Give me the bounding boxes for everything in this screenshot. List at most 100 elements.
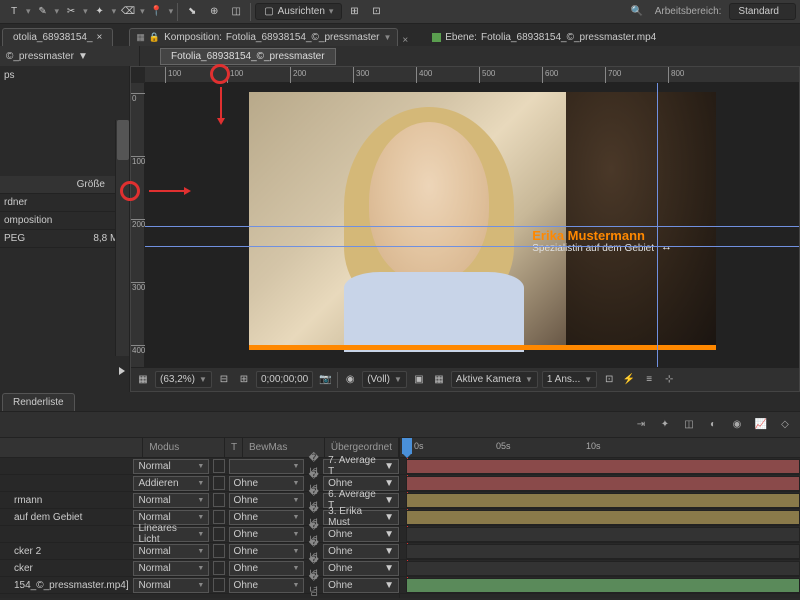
annotation-circle: [120, 181, 140, 201]
snap-corner-icon[interactable]: ⊡: [366, 2, 386, 22]
preserve-transparency[interactable]: [213, 561, 224, 575]
resolution-quarter-icon[interactable]: ⊞: [236, 372, 252, 388]
local-axis-icon[interactable]: ⬊: [182, 2, 202, 22]
preserve-transparency[interactable]: [213, 527, 224, 541]
search-icon[interactable]: 🔍: [627, 2, 647, 22]
blend-mode-dropdown[interactable]: Normal▼: [133, 544, 209, 559]
comp-panel-tab[interactable]: ▦ 🔒 Komposition: Fotolia_68938154_©_pres…: [129, 28, 398, 46]
track-matte-dropdown[interactable]: Ohne▼: [229, 476, 305, 491]
transparency-grid-icon[interactable]: ▦: [431, 372, 447, 388]
preserve-transparency[interactable]: [213, 476, 224, 490]
timeline-layer-row[interactable]: cker 2 Normal▼ Ohne▼ �념 Ohne▼: [0, 543, 399, 560]
comp-canvas[interactable]: Erika Mustermann Spezialistin auf dem Ge…: [145, 83, 799, 367]
timeline-tracks[interactable]: 0s 05s 10s: [400, 438, 800, 598]
track-matte-dropdown[interactable]: Ohne▼: [229, 527, 305, 542]
comp-mini-flowchart-icon[interactable]: ⇥: [632, 416, 650, 434]
blend-mode-dropdown[interactable]: Addieren▼: [133, 476, 209, 491]
track-matte-dropdown[interactable]: Ohne▼: [229, 578, 305, 593]
views-dropdown[interactable]: 1 Ans...▼: [542, 371, 597, 388]
auto-keyframe-icon[interactable]: ◇: [776, 416, 794, 434]
always-preview-icon[interactable]: ▦: [135, 372, 151, 388]
blend-mode-dropdown[interactable]: Normal▼: [133, 578, 209, 593]
current-time[interactable]: 0;00;00;00: [256, 371, 313, 388]
parent-dropdown[interactable]: Ohne▼: [323, 578, 399, 593]
draft3d-icon[interactable]: ✦: [656, 416, 674, 434]
current-time-indicator[interactable]: [402, 438, 412, 454]
render-queue-tab[interactable]: Renderliste: [2, 393, 75, 411]
camera-dropdown[interactable]: Aktive Kamera▼: [451, 371, 538, 388]
preserve-transparency[interactable]: [213, 493, 224, 507]
project-item-jpeg[interactable]: PEG8,8 MB: [0, 230, 129, 248]
timeline-layer-row[interactable]: Lineares Licht▼ Ohne▼ �념 Ohne▼: [0, 526, 399, 543]
fast-preview-icon[interactable]: ⚡: [621, 372, 637, 388]
track-matte-dropdown[interactable]: Ohne▼: [229, 561, 305, 576]
brush-tool-icon[interactable]: ✂: [61, 2, 81, 22]
parent-dropdown[interactable]: Ohne▼: [323, 527, 399, 542]
timeline-layer-row[interactable]: Normal▼ ▼ �념 7. Average T▼: [0, 458, 399, 475]
pin-tool-icon[interactable]: 📍: [147, 2, 167, 22]
snap-toggle[interactable]: ▢Ausrichten▾: [255, 3, 342, 20]
timeline-layer-row[interactable]: cker Normal▼ Ohne▼ �념 Ohne▼: [0, 560, 399, 577]
blend-mode-dropdown[interactable]: Lineares Licht▼: [133, 527, 209, 542]
track-matte-dropdown[interactable]: Ohne▼: [229, 493, 305, 508]
guide-vertical[interactable]: [657, 83, 658, 367]
snapping-icon[interactable]: ⊞: [344, 2, 364, 22]
timeline-layer-row[interactable]: 154_©_pressmaster.mp4] Normal▼ Ohne▼ �념 …: [0, 577, 399, 594]
clone-tool-icon[interactable]: ✦: [90, 2, 110, 22]
project-scrollbar[interactable]: [115, 120, 129, 356]
snapshot-icon[interactable]: 📷: [317, 372, 333, 388]
world-axis-icon[interactable]: ⊕: [204, 2, 224, 22]
quality-dropdown[interactable]: (Voll)▼: [362, 371, 407, 388]
project-panel-tab[interactable]: otolia_68938154_×: [2, 28, 113, 46]
blend-mode-dropdown[interactable]: Normal▼: [133, 493, 209, 508]
layer-color-swatch: [432, 33, 441, 42]
blend-mode-dropdown[interactable]: Normal▼: [133, 561, 209, 576]
project-item-comp[interactable]: omposition: [0, 212, 129, 230]
brain-icon[interactable]: ◉: [728, 416, 746, 434]
preserve-transparency[interactable]: [213, 510, 224, 524]
pen-tool-icon[interactable]: ✎: [33, 2, 53, 22]
timeline-icon[interactable]: ≡: [641, 372, 657, 388]
expand-icon[interactable]: [119, 367, 125, 375]
motion-blur-icon[interactable]: ◐: [704, 416, 722, 434]
zoom-dropdown[interactable]: (63,2%)▼: [155, 371, 212, 388]
timeline-layer-row[interactable]: auf dem Gebiet Normal▼ Ohne▼ �념 3. Erika…: [0, 509, 399, 526]
parent-dropdown[interactable]: Ohne▼: [323, 544, 399, 559]
blend-mode-dropdown[interactable]: Normal▼: [133, 459, 209, 474]
type-tool-icon[interactable]: T: [4, 2, 24, 22]
parent-link-icon[interactable]: �념: [308, 572, 319, 598]
parent-dropdown[interactable]: 7. Average T▼: [323, 459, 399, 474]
comp-flowchart-icon[interactable]: ⊹: [661, 372, 677, 388]
close-tab-icon[interactable]: ×: [398, 35, 412, 46]
comp-breadcrumb[interactable]: Fotolia_68938154_©_pressmaster: [160, 48, 336, 65]
channels-icon[interactable]: ◉: [342, 372, 358, 388]
pixel-aspect-icon[interactable]: ⊡: [601, 372, 617, 388]
annotation-circle: [210, 64, 230, 84]
ruler-vertical[interactable]: 0 100 200 300 400: [131, 83, 145, 367]
view-axis-icon[interactable]: ◫: [226, 2, 246, 22]
padlock-icon: 🔒: [149, 32, 160, 43]
track-matte-dropdown[interactable]: ▼: [229, 459, 305, 474]
guide-horizontal[interactable]: [145, 246, 799, 247]
ruler-horizontal[interactable]: 100 100 200 300 400 500 600 700 800: [145, 67, 799, 83]
track-matte-dropdown[interactable]: Ohne▼: [229, 510, 305, 525]
guide-horizontal[interactable]: [145, 226, 799, 227]
parent-dropdown[interactable]: Ohne▼: [323, 561, 399, 576]
preserve-transparency[interactable]: [213, 459, 224, 473]
parent-dropdown[interactable]: 3. Erika Must▼: [323, 510, 399, 525]
layer-panel-tab[interactable]: Ebene: Fotolia_68938154_©_pressmaster.mp…: [424, 29, 664, 46]
preserve-transparency[interactable]: [213, 578, 224, 592]
project-subtab[interactable]: ©_pressmaster▼: [0, 46, 140, 66]
eraser-tool-icon[interactable]: ⌫: [118, 2, 138, 22]
track-matte-dropdown[interactable]: Ohne▼: [229, 544, 305, 559]
workspace-dropdown[interactable]: Standard: [729, 3, 796, 20]
frame-blend-icon[interactable]: ◫: [680, 416, 698, 434]
lower-third[interactable]: Erika Mustermann Spezialistin auf dem Ge…: [532, 228, 654, 254]
resolution-half-icon[interactable]: ⊟: [216, 372, 232, 388]
workspace-label: Arbeitsbereich:: [655, 6, 722, 17]
roi-icon[interactable]: ▣: [411, 372, 427, 388]
preserve-transparency[interactable]: [213, 544, 224, 558]
project-item-folder[interactable]: rdner: [0, 194, 129, 212]
graph-editor-icon[interactable]: 📈: [752, 416, 770, 434]
time-ruler[interactable]: 0s 05s 10s: [400, 438, 800, 458]
